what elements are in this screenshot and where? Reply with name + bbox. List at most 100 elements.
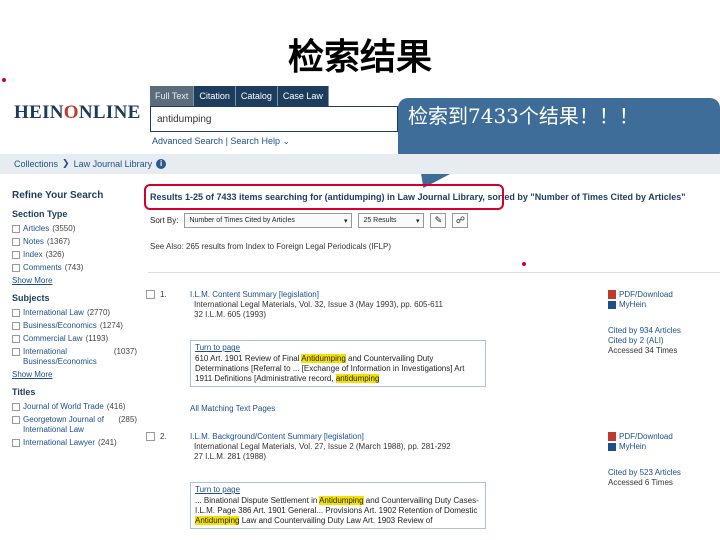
facet-label[interactable]: Commercial Law: [23, 334, 83, 344]
myhein-link[interactable]: MyHein: [608, 300, 681, 310]
breadcrumb-current[interactable]: Law Journal Library: [74, 159, 153, 169]
facet-label[interactable]: International Lawyer: [23, 438, 95, 448]
snippet-box: Turn to page ... Binational Dispute Sett…: [190, 482, 486, 529]
cited-by-all-link[interactable]: Cited by 2 (ALI): [608, 336, 681, 346]
logo-part: O: [63, 102, 79, 123]
citation-line: International Legal Materials, Vol. 27, …: [194, 442, 451, 451]
tab-catalog[interactable]: Catalog: [235, 86, 278, 106]
facet-label[interactable]: International Law: [23, 308, 84, 318]
sort-value: Number of Times Cited by Articles: [189, 217, 295, 224]
result-checkbox[interactable]: [146, 432, 155, 441]
facet-label[interactable]: Journal of World Trade: [23, 402, 104, 412]
facet-count: (743): [64, 263, 84, 272]
myhein-label: MyHein: [619, 442, 647, 451]
binoculars-icon[interactable]: ☍: [452, 213, 469, 228]
edit-icon[interactable]: ✎: [430, 213, 447, 228]
heinonline-logo[interactable]: HEINONLINE: [14, 102, 141, 124]
facet-checkbox[interactable]: [12, 225, 20, 233]
facet-checkbox[interactable]: [12, 264, 20, 272]
result-side-links: PDF/Download MyHein Cited by 523 Article…: [608, 432, 681, 488]
facet-checkbox[interactable]: [12, 403, 20, 411]
search-links: Advanced Search | Search Help ⌄: [152, 136, 290, 147]
citation-line: 32 I.L.M. 605 (1993): [194, 310, 267, 319]
show-more-link[interactable]: Show More: [12, 276, 137, 285]
facet-checkbox[interactable]: [12, 439, 20, 447]
facet-checkbox[interactable]: [12, 238, 20, 246]
pdf-download-link[interactable]: PDF/Download: [608, 290, 681, 300]
facet-item[interactable]: Articles (3550): [12, 224, 137, 234]
refine-heading: Refine Your Search: [12, 190, 104, 201]
pdf-download-label: PDF/Download: [619, 432, 673, 441]
turn-to-page-link[interactable]: Turn to page: [195, 343, 481, 353]
callout-bubble: 检索到7433个结果！！！: [398, 98, 720, 162]
facet-label[interactable]: Comments: [23, 263, 62, 273]
per-page-select[interactable]: 25 Results ▾: [358, 213, 425, 228]
facet-count: (1037): [113, 347, 137, 356]
facet-checkbox[interactable]: [12, 309, 20, 317]
facet-item[interactable]: International Business/Economics (1037): [12, 347, 137, 367]
result-citation: International Legal Materials, Vol. 32, …: [194, 300, 454, 320]
citation-line: International Legal Materials, Vol. 32, …: [194, 300, 443, 309]
all-matching-pages-link[interactable]: All Matching Text Pages: [190, 404, 275, 413]
tab-case-law[interactable]: Case Law: [277, 86, 329, 106]
snippet-hit: Antidumping: [301, 354, 346, 363]
search-tabs: Full Text Citation Catalog Case Law: [150, 86, 329, 106]
tab-citation[interactable]: Citation: [194, 86, 236, 106]
facet-item[interactable]: International Law (2770): [12, 308, 137, 318]
cited-by-articles-link[interactable]: Cited by 523 Articles: [608, 468, 681, 478]
facet-label[interactable]: Business/Economics: [23, 321, 97, 331]
myhein-icon: [608, 300, 616, 309]
facet-item[interactable]: Index (326): [12, 250, 137, 260]
result-title-link[interactable]: I.L.M. Background/Content Summary [legis…: [190, 432, 364, 441]
myhein-icon: [608, 442, 616, 451]
advanced-search-link[interactable]: Advanced Search: [152, 136, 223, 146]
facet-item[interactable]: International Lawyer (241): [12, 438, 137, 448]
facet-item[interactable]: Georgetown Journal of International Law(…: [12, 415, 137, 435]
facet-label[interactable]: Articles: [23, 224, 49, 234]
see-also-link[interactable]: See Also: 265 results from Index to Fore…: [150, 242, 391, 251]
sort-select[interactable]: Number of Times Cited by Articles ▾: [184, 213, 353, 228]
slide-title: 检索结果: [287, 36, 432, 78]
facet-item[interactable]: Notes (1367): [12, 237, 137, 247]
facet-label[interactable]: International Business/Economics: [23, 347, 111, 367]
info-icon[interactable]: i: [156, 158, 167, 169]
facet-item[interactable]: Journal of World Trade (416): [12, 402, 137, 412]
per-page-value: 25 Results: [363, 217, 397, 224]
facet-count: (1367): [46, 237, 71, 246]
show-more-link[interactable]: Show More: [12, 370, 137, 379]
facet-checkbox[interactable]: [12, 416, 20, 424]
facet-checkbox[interactable]: [12, 251, 20, 259]
breadcrumb: Collections ❯ Law Journal Library i: [14, 158, 167, 169]
search-help-link[interactable]: Search Help: [230, 136, 280, 146]
result-item: 2. I.L.M. Background/Content Summary [le…: [146, 432, 720, 540]
myhein-link[interactable]: MyHein: [608, 442, 681, 452]
subjects-heading: Subjects: [12, 293, 50, 303]
facet-item[interactable]: Comments (743): [12, 263, 137, 273]
result-number: 2.: [160, 432, 167, 441]
facet-label[interactable]: Georgetown Journal of International Law: [23, 415, 115, 435]
facet-item[interactable]: Commercial Law (1193): [12, 334, 137, 344]
chevron-down-icon[interactable]: ⌄: [282, 136, 290, 146]
turn-to-page-link[interactable]: Turn to page: [195, 485, 481, 495]
tab-full-text[interactable]: Full Text: [150, 86, 195, 106]
facet-checkbox[interactable]: [12, 335, 20, 343]
search-input[interactable]: [157, 114, 391, 125]
section-type-heading: Section Type: [12, 209, 68, 219]
result-title-link[interactable]: I.L.M. Content Summary [legislation]: [190, 290, 319, 299]
pdf-download-link[interactable]: PDF/Download: [608, 432, 681, 442]
result-side-links: PDF/Download MyHein Cited by 934 Article…: [608, 290, 681, 356]
sort-label: Sort By:: [150, 216, 179, 225]
accessed-count: Accessed 34 Times: [608, 346, 678, 355]
facet-label[interactable]: Notes: [23, 237, 44, 247]
facet-count: (285): [118, 415, 137, 424]
snippet-text: ... Binational Dispute Settlement in: [195, 496, 320, 505]
breadcrumb-collections[interactable]: Collections: [14, 159, 58, 169]
link-separator: |: [225, 136, 228, 146]
facet-label[interactable]: Index: [23, 250, 43, 260]
facet-item[interactable]: Business/Economics (1274): [12, 321, 137, 331]
facet-checkbox[interactable]: [12, 322, 20, 330]
result-checkbox[interactable]: [146, 290, 155, 299]
snippet-text: Law and Countervailing Duty Law Art. 190…: [239, 516, 433, 525]
cited-by-articles-link[interactable]: Cited by 934 Articles: [608, 326, 681, 336]
facet-checkbox[interactable]: [12, 348, 20, 356]
